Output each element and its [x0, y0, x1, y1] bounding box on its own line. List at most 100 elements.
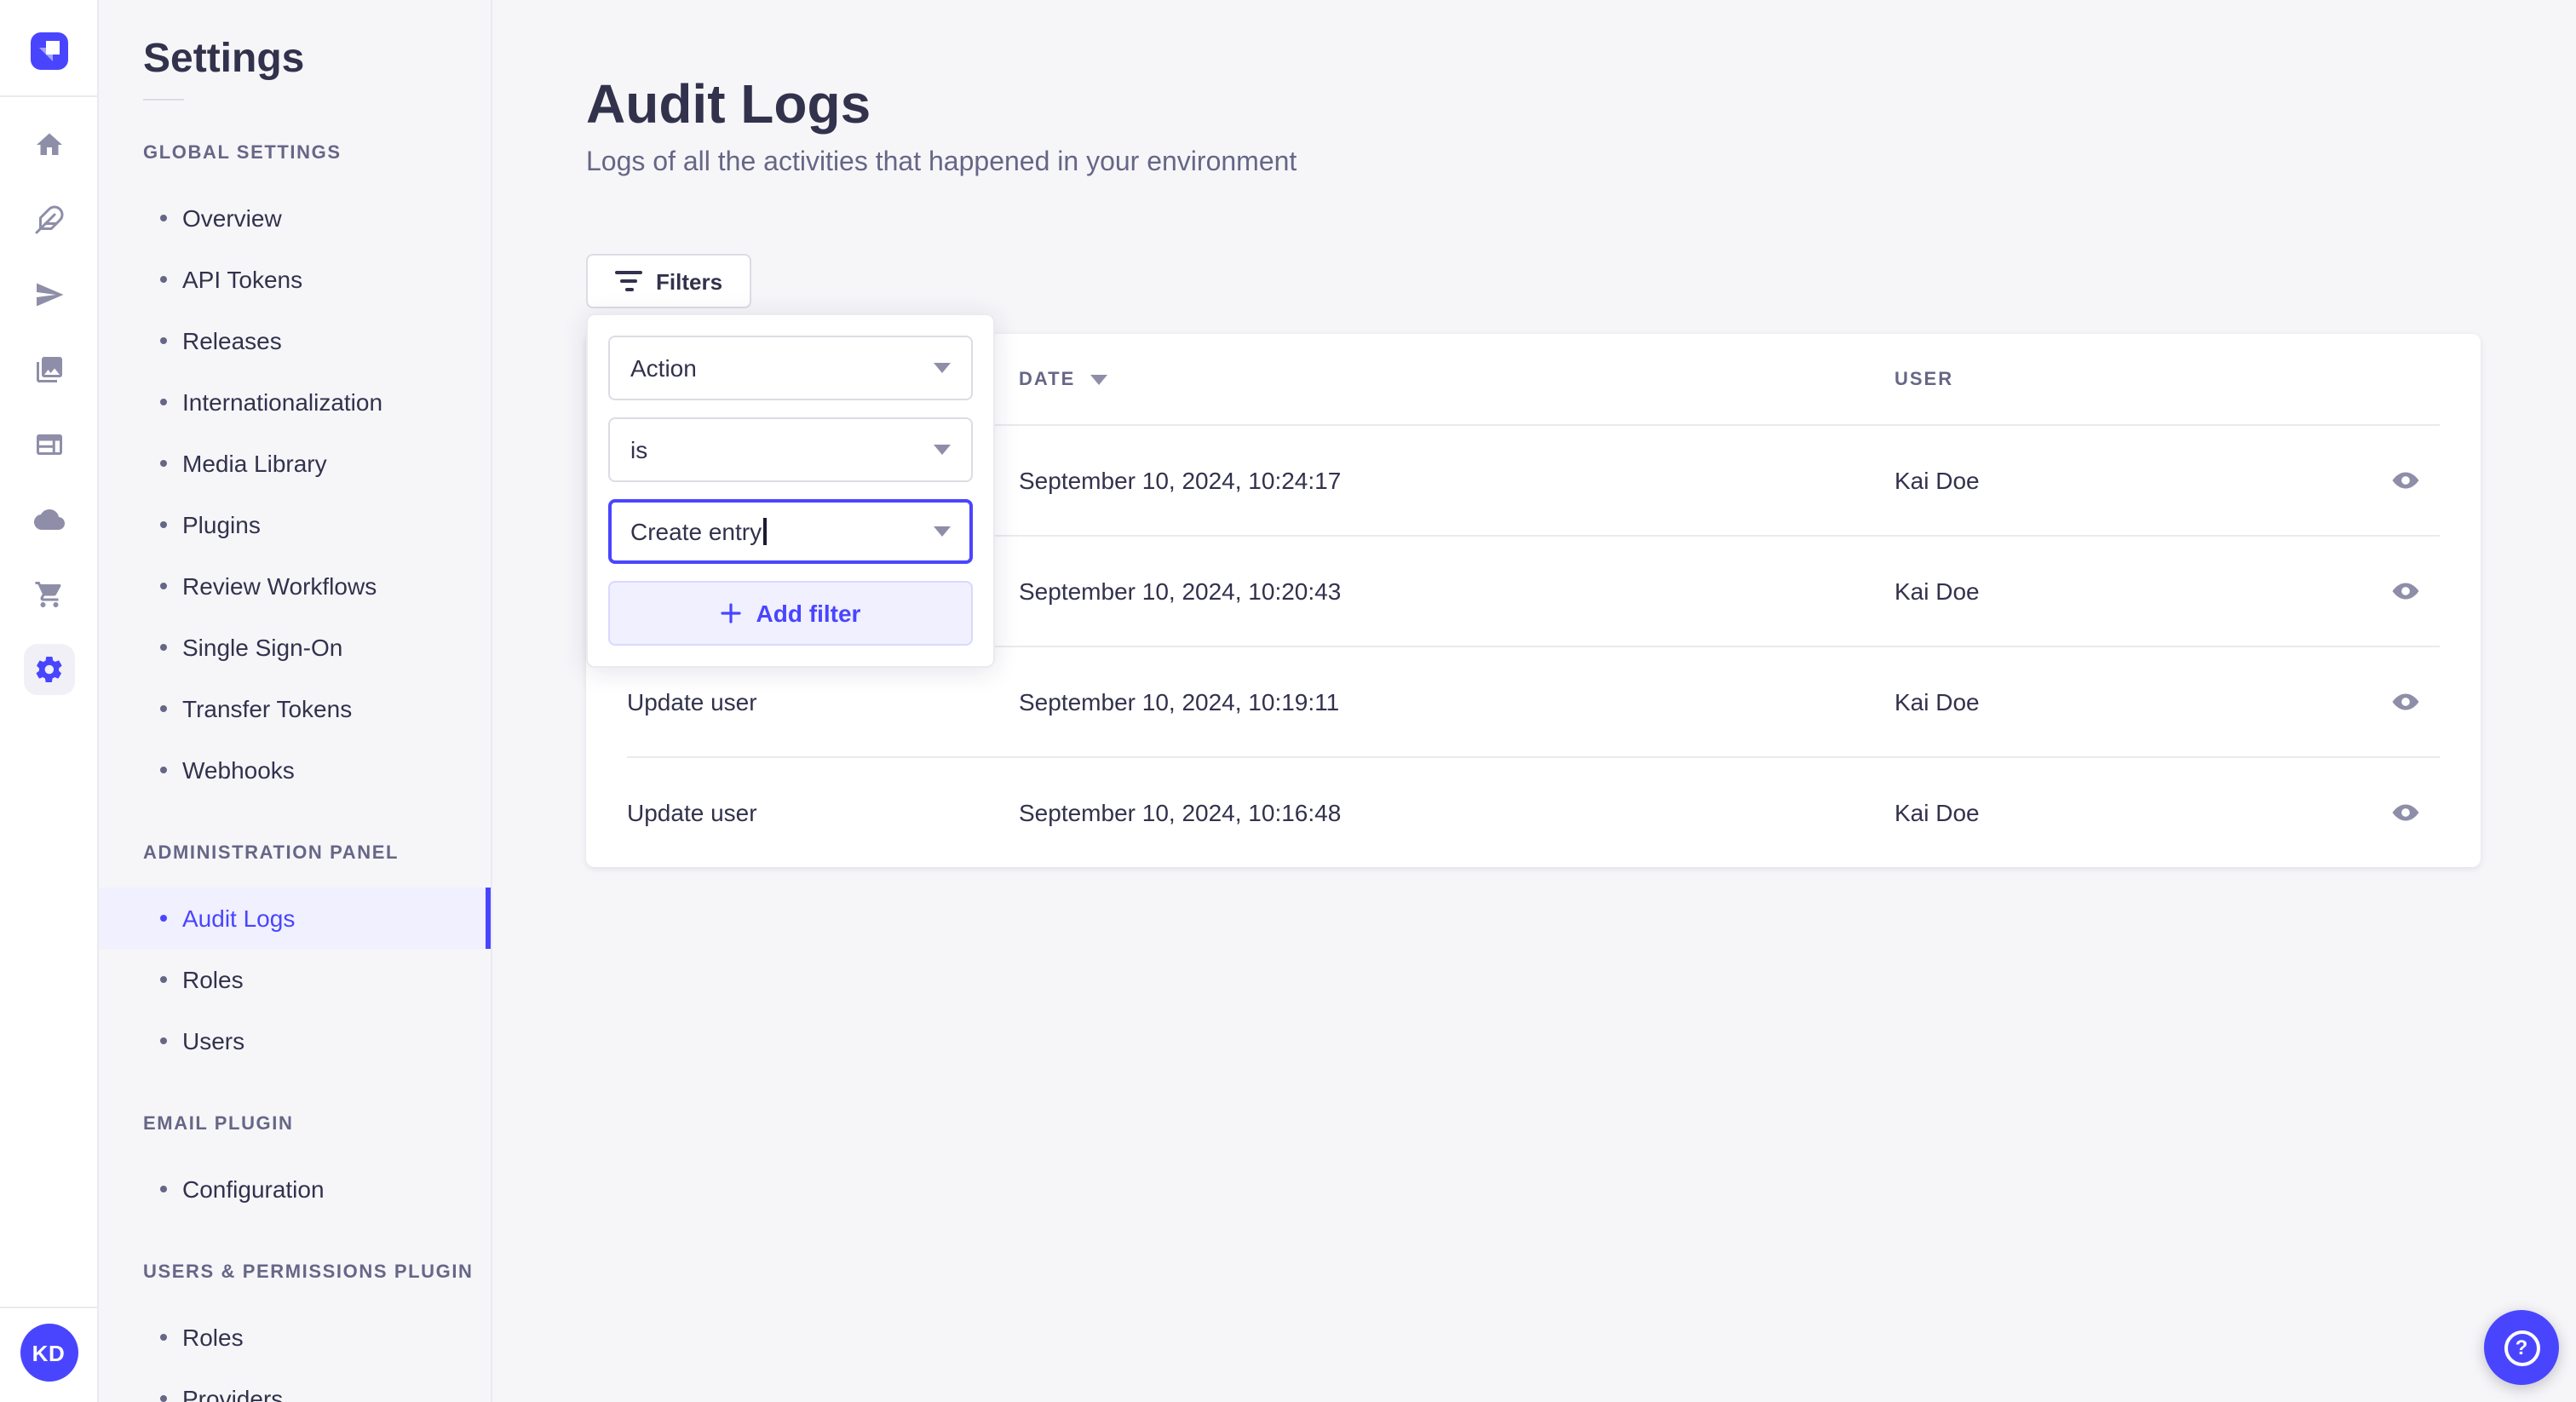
cell-date: September 10, 2024, 10:24:17 — [1019, 466, 1342, 493]
cloud-icon[interactable] — [11, 482, 86, 557]
sidebar-title: Settings — [143, 36, 305, 82]
rail-nav-items — [11, 97, 86, 707]
add-filter-label: Add filter — [756, 600, 861, 627]
page-subtitle: Logs of all the activities that happened… — [586, 148, 1297, 177]
sidebar-item-review-workflows[interactable]: Review Workflows — [99, 555, 491, 617]
main-content: Audit Logs Logs of all the activities th… — [492, 0, 2576, 1402]
filter-operator-select[interactable]: is — [608, 417, 973, 482]
bullet-icon — [160, 1037, 167, 1044]
sidebar-item-webhooks[interactable]: Webhooks — [99, 739, 491, 801]
bullet-icon — [160, 767, 167, 773]
filter-value-select[interactable]: Create entry — [608, 499, 973, 564]
cell-date: September 10, 2024, 10:19:11 — [1019, 687, 1340, 715]
sidebar-item-plugins[interactable]: Plugins — [99, 494, 491, 555]
filters-button[interactable]: Filters — [586, 254, 752, 308]
cell-user: Kai Doe — [1895, 687, 1980, 715]
section-label: USERS & PERMISSIONS PLUGIN — [143, 1262, 474, 1283]
filter-operator-value: is — [630, 436, 648, 463]
sidebar-item-email-configuration[interactable]: Configuration — [99, 1158, 491, 1220]
sidebar-item-overview[interactable]: Overview — [99, 187, 491, 249]
bullet-icon — [160, 915, 167, 922]
table-row: Update user September 10, 2024, 10:16:48… — [586, 756, 2481, 867]
filter-popover: Action is Create entry Add filter — [586, 313, 995, 668]
cell-user: Kai Doe — [1895, 798, 1980, 825]
section-label: ADMINISTRATION PANEL — [143, 843, 400, 864]
section-label: EMAIL PLUGIN — [143, 1114, 294, 1135]
cart-icon[interactable] — [11, 557, 86, 632]
sidebar-section-email-plugin: EMAIL PLUGIN Configuration — [99, 1112, 491, 1220]
bullet-icon — [160, 521, 167, 528]
bullet-icon — [160, 460, 167, 467]
sidebar-item-api-tokens[interactable]: API Tokens — [99, 249, 491, 310]
add-filter-button[interactable]: Add filter — [608, 581, 973, 646]
view-details-button[interactable] — [2378, 674, 2433, 728]
cell-date: September 10, 2024, 10:16:48 — [1019, 798, 1342, 825]
bullet-icon — [160, 276, 167, 283]
sidebar-section-global-settings: GLOBAL SETTINGS Overview API Tokens Rele… — [99, 141, 491, 801]
home-icon[interactable] — [11, 107, 86, 182]
question-mark-icon: ? — [2504, 1330, 2539, 1365]
sidebar-item-internationalization[interactable]: Internationalization — [99, 371, 491, 433]
user-avatar[interactable]: KD — [20, 1324, 78, 1382]
sidebar-item-audit-logs[interactable]: Audit Logs — [99, 888, 491, 949]
sidebar-item-releases[interactable]: Releases — [99, 310, 491, 371]
settings-gear-active-bg — [23, 644, 74, 695]
settings-sidebar: Settings GLOBAL SETTINGS Overview API To… — [99, 0, 492, 1402]
bullet-icon — [160, 337, 167, 344]
chevron-down-icon — [934, 526, 951, 537]
rail-bottom: KD — [0, 1307, 97, 1402]
bullet-icon — [160, 705, 167, 712]
settings-gear-icon[interactable] — [11, 632, 86, 707]
sidebar-title-divider — [143, 99, 184, 101]
bullet-icon — [160, 215, 167, 221]
eye-icon — [2392, 471, 2419, 488]
paper-plane-icon[interactable] — [11, 257, 86, 332]
view-details-button[interactable] — [2378, 784, 2433, 839]
view-details-button[interactable] — [2378, 452, 2433, 507]
cell-date: September 10, 2024, 10:20:43 — [1019, 577, 1342, 604]
layout-icon[interactable] — [11, 407, 86, 482]
column-header-date[interactable]: DATE — [1019, 369, 1895, 389]
help-button[interactable]: ? — [2484, 1310, 2559, 1385]
bullet-icon — [160, 644, 167, 651]
feather-icon[interactable] — [11, 182, 86, 257]
media-library-icon[interactable] — [11, 332, 86, 407]
sidebar-item-media-library[interactable]: Media Library — [99, 433, 491, 494]
filter-value-value: Create entry — [630, 518, 762, 545]
bullet-icon — [160, 583, 167, 589]
sidebar-item-admin-roles[interactable]: Roles — [99, 949, 491, 1010]
view-details-button[interactable] — [2378, 563, 2433, 618]
filter-field-value: Action — [630, 354, 697, 382]
bullet-icon — [160, 1395, 167, 1402]
column-header-user: USER — [1895, 369, 1954, 389]
sidebar-section-administration-panel: ADMINISTRATION PANEL Audit Logs Roles Us… — [99, 842, 491, 1072]
sidebar-item-transfer-tokens[interactable]: Transfer Tokens — [99, 678, 491, 739]
bullet-icon — [160, 1186, 167, 1192]
section-label: GLOBAL SETTINGS — [143, 143, 342, 164]
strapi-logo-icon[interactable] — [30, 32, 67, 70]
sidebar-item-up-roles[interactable]: Roles — [99, 1307, 491, 1368]
filter-field-select[interactable]: Action — [608, 336, 973, 400]
sidebar-item-up-providers[interactable]: Providers — [99, 1368, 491, 1402]
sort-desc-icon — [1090, 374, 1108, 384]
nav-rail: KD — [0, 0, 99, 1402]
chevron-down-icon — [934, 445, 951, 455]
page-title: Audit Logs — [586, 73, 871, 135]
bullet-icon — [160, 399, 167, 405]
sidebar-section-users-permissions-plugin: USERS & PERMISSIONS PLUGIN Roles Provide… — [99, 1261, 491, 1402]
rail-bottom-divider — [0, 1307, 97, 1308]
cell-action: Update user — [627, 798, 757, 825]
app-window: KD Settings GLOBAL SETTINGS Overview API… — [0, 0, 2576, 1402]
filters-button-label: Filters — [656, 268, 723, 294]
bullet-icon — [160, 976, 167, 983]
filter-icon — [615, 271, 642, 291]
plus-icon — [720, 603, 741, 623]
sidebar-item-single-sign-on[interactable]: Single Sign-On — [99, 617, 491, 678]
cell-action: Update user — [627, 687, 757, 715]
eye-icon — [2392, 582, 2419, 599]
sidebar-item-admin-users[interactable]: Users — [99, 1010, 491, 1072]
eye-icon — [2392, 692, 2419, 710]
cell-user: Kai Doe — [1895, 577, 1980, 604]
chevron-down-icon — [934, 363, 951, 373]
cell-user: Kai Doe — [1895, 466, 1980, 493]
